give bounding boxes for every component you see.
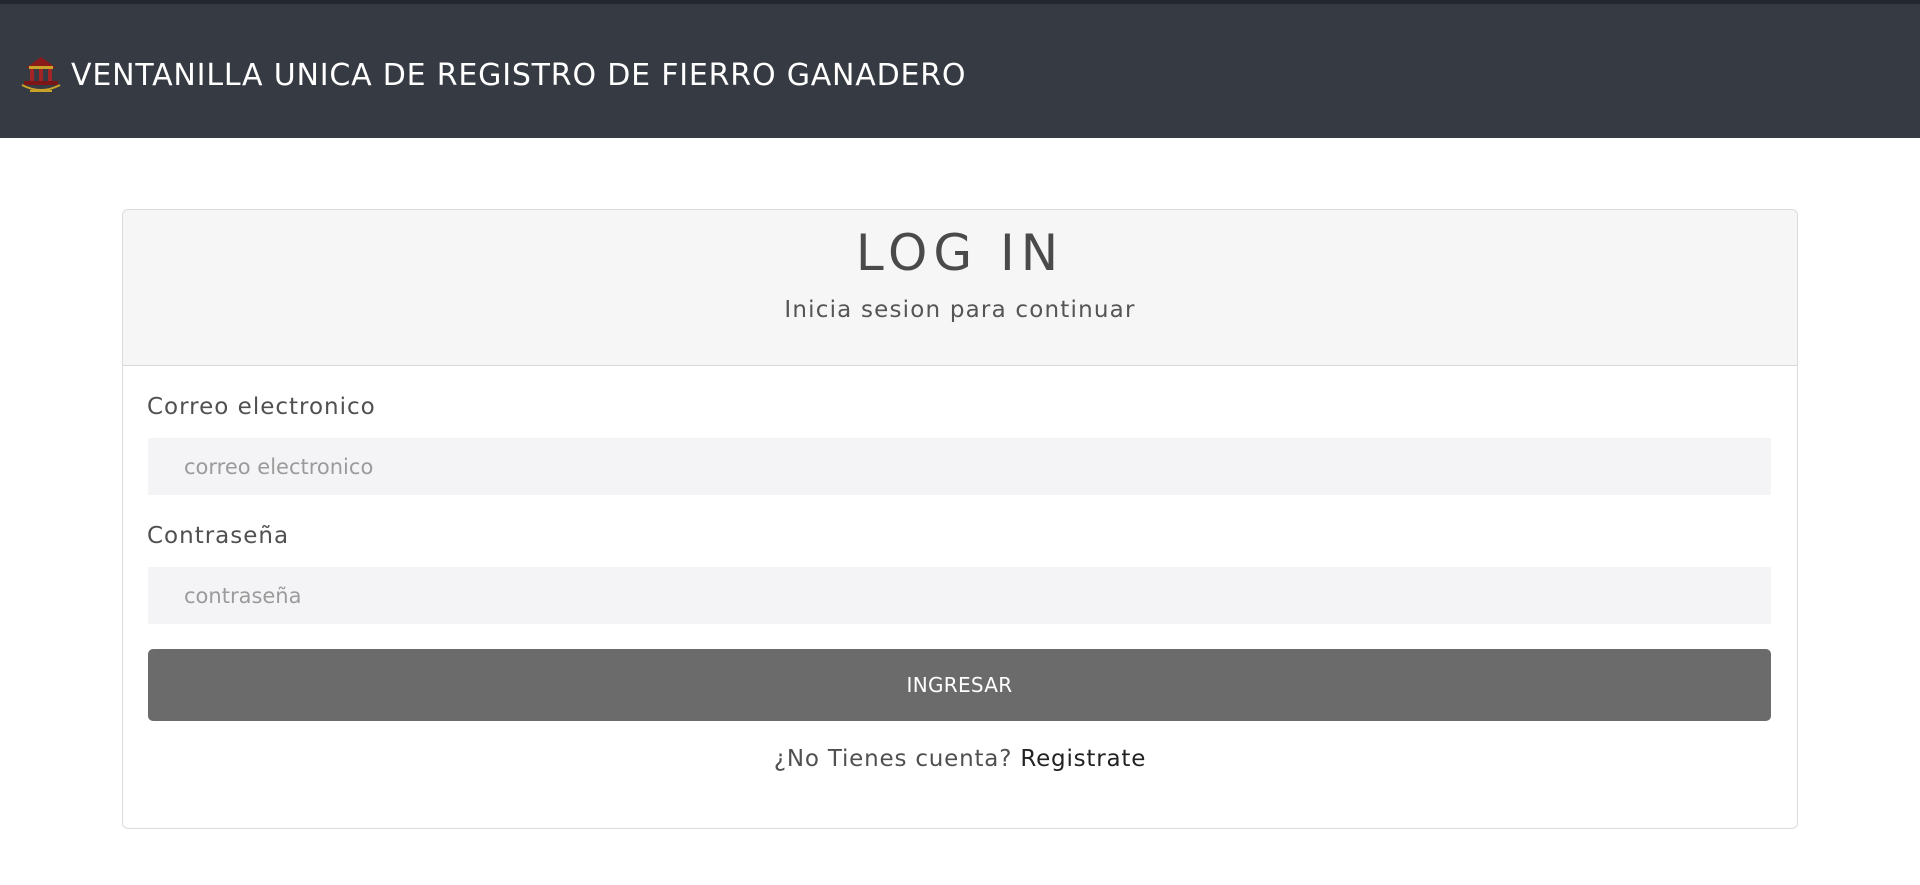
top-navbar: VENTANILLA UNICA DE REGISTRO DE FIERRO G… <box>0 0 1920 138</box>
login-title: LOG IN <box>855 224 1065 282</box>
navbar-brand[interactable]: VENTANILLA UNICA DE REGISTRO DE FIERRO G… <box>20 52 966 98</box>
login-submit-button[interactable]: INGRESAR <box>148 649 1771 721</box>
institution-seal-icon <box>21 57 61 92</box>
login-card-header: LOG IN Inicia sesion para continuar <box>123 210 1797 366</box>
email-label: Correo electronico <box>147 394 376 420</box>
register-prompt-text: ¿No Tienes cuenta? <box>773 746 1013 772</box>
email-input[interactable] <box>148 438 1771 495</box>
register-prompt-line: ¿No Tienes cuenta? Registrate <box>123 746 1797 772</box>
app-title: VENTANILLA UNICA DE REGISTRO DE FIERRO G… <box>71 57 967 93</box>
password-input[interactable] <box>148 567 1771 624</box>
password-label: Contraseña <box>147 523 290 549</box>
register-link[interactable]: Registrate <box>1020 746 1146 772</box>
login-subtitle: Inicia sesion para continuar <box>784 297 1136 323</box>
login-card: LOG IN Inicia sesion para continuar Corr… <box>122 209 1798 829</box>
